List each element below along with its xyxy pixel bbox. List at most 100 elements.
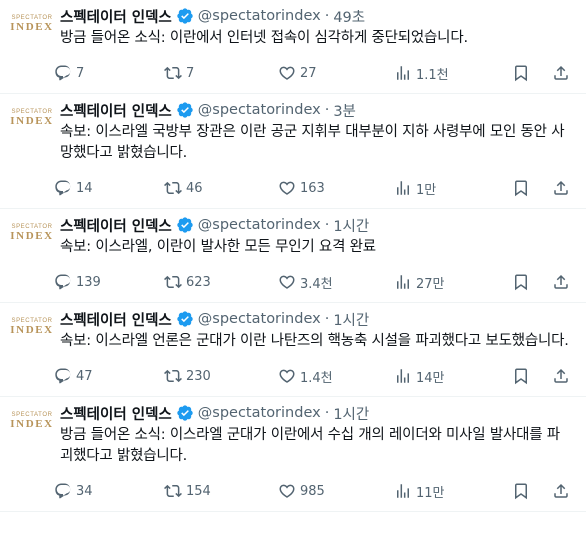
tweet-text: 속보: 이스라엘 국방부 장관은 이란 공군 지휘부 대부분이 지하 사령부에 …	[60, 124, 565, 161]
reply-button[interactable]: 7	[54, 64, 164, 82]
share-button[interactable]	[552, 179, 570, 197]
bookmark-button[interactable]	[512, 482, 530, 500]
tweet-time[interactable]: 1시간	[333, 309, 369, 330]
share-button[interactable]	[552, 273, 570, 291]
views-icon	[397, 66, 409, 80]
tweet[interactable]: SPECTATOR INDEX 스펙테이터 인덱스 @spectatorinde…	[0, 0, 586, 94]
reply-count: 7	[76, 65, 85, 81]
share-icon	[554, 274, 568, 289]
retweet-count: 46	[186, 180, 203, 196]
reply-count: 139	[76, 274, 101, 290]
avatar[interactable]: SPECTATOR INDEX	[10, 307, 54, 347]
bookmark-icon	[515, 368, 527, 385]
tweet-header: 스펙테이터 인덱스 @spectatorindex · 1시간	[60, 213, 586, 237]
retweet-button[interactable]: 154	[164, 482, 278, 500]
tweet-actions: 7 7 27 1.1천	[54, 53, 580, 93]
reply-button[interactable]: 139	[54, 273, 164, 291]
bookmark-button[interactable]	[512, 273, 530, 291]
retweet-button[interactable]: 623	[164, 273, 278, 291]
avatar[interactable]: SPECTATOR INDEX	[10, 4, 54, 44]
tweet-time[interactable]: 1시간	[333, 403, 369, 424]
share-button[interactable]	[552, 64, 570, 82]
bookmark-button[interactable]	[512, 367, 530, 385]
like-button[interactable]: 27	[278, 64, 394, 82]
views-icon	[397, 275, 409, 289]
like-button[interactable]: 1.4천	[278, 367, 394, 386]
tweet[interactable]: SPECTATOR INDEX 스펙테이터 인덱스 @spectatorinde…	[0, 209, 586, 303]
share-button[interactable]	[552, 482, 570, 500]
retweet-icon	[164, 181, 182, 195]
retweet-count: 154	[186, 483, 211, 499]
share-icon	[554, 180, 568, 195]
author-handle[interactable]: @spectatorindex	[198, 217, 321, 233]
tweet[interactable]: SPECTATOR INDEX 스펙테이터 인덱스 @spectatorinde…	[0, 303, 586, 397]
like-button[interactable]: 163	[278, 179, 394, 197]
tweet-time[interactable]: 3분	[333, 100, 356, 121]
tweet[interactable]: SPECTATOR INDEX 스펙테이터 인덱스 @spectatorinde…	[0, 397, 586, 512]
separator-dot: ·	[324, 8, 330, 24]
author-name[interactable]: 스펙테이터 인덱스	[60, 309, 172, 330]
views-button[interactable]: 14만	[394, 367, 494, 386]
views-count: 1만	[416, 182, 437, 198]
like-count: 3.4천	[300, 276, 333, 292]
bookmark-button[interactable]	[512, 179, 530, 197]
bookmark-icon	[515, 274, 527, 291]
author-handle[interactable]: @spectatorindex	[198, 405, 321, 421]
like-button[interactable]: 3.4천	[278, 273, 394, 292]
author-handle[interactable]: @spectatorindex	[198, 8, 321, 24]
tweet-actions: 14 46 163 1만	[54, 168, 580, 208]
tweet-text: 방금 들어온 소식: 이스라엘 군대가 이란에서 수십 개의 레이더와 미사일 …	[60, 427, 560, 464]
separator-dot: ·	[324, 217, 330, 233]
retweet-icon	[164, 66, 182, 80]
retweet-button[interactable]: 7	[164, 64, 278, 82]
reply-count: 14	[76, 180, 93, 196]
reply-button[interactable]: 34	[54, 482, 164, 500]
views-button[interactable]: 11만	[394, 482, 494, 501]
verified-badge-icon	[176, 310, 194, 328]
avatar[interactable]: SPECTATOR INDEX	[10, 213, 52, 253]
author-name[interactable]: 스펙테이터 인덱스	[60, 6, 172, 27]
author-handle[interactable]: @spectatorindex	[198, 311, 321, 327]
tweet-header: 스펙테이터 인덱스 @spectatorindex · 1시간	[60, 307, 586, 331]
retweet-button[interactable]: 230	[164, 367, 278, 385]
tweet-text: 방금 들어온 소식: 이란에서 인터넷 접속이 심각하게 중단되었습니다.	[60, 30, 468, 46]
reply-icon	[55, 483, 71, 499]
tweet-actions: 139 623 3.4천 27만	[54, 262, 580, 302]
views-button[interactable]: 1만	[394, 179, 494, 198]
bookmark-button[interactable]	[512, 64, 530, 82]
share-button[interactable]	[552, 367, 570, 385]
views-button[interactable]: 1.1천	[394, 64, 494, 83]
like-button[interactable]: 985	[278, 482, 394, 500]
tweet-time[interactable]: 1시간	[333, 215, 369, 236]
reply-button[interactable]: 47	[54, 367, 164, 385]
author-name[interactable]: 스펙테이터 인덱스	[60, 215, 172, 236]
views-button[interactable]: 27만	[394, 273, 494, 292]
tweet-header: 스펙테이터 인덱스 @spectatorindex · 3분	[60, 98, 586, 122]
bookmark-icon	[515, 180, 527, 197]
avatar-line2: INDEX	[10, 21, 54, 33]
like-icon	[279, 369, 295, 383]
like-count: 27	[300, 65, 317, 81]
tweet[interactable]: SPECTATOR INDEX 스펙테이터 인덱스 @spectatorinde…	[0, 94, 586, 209]
share-icon	[554, 368, 568, 383]
tweet-secondary-actions	[512, 482, 580, 500]
reply-button[interactable]: 14	[54, 179, 164, 197]
separator-dot: ·	[324, 311, 330, 327]
avatar-line2: INDEX	[10, 324, 54, 336]
avatar[interactable]: SPECTATOR INDEX	[10, 98, 54, 138]
tweet-feed: SPECTATOR INDEX 스펙테이터 인덱스 @spectatorinde…	[0, 0, 586, 512]
avatar-line2: INDEX	[10, 115, 54, 127]
like-count: 163	[300, 180, 325, 196]
author-handle[interactable]: @spectatorindex	[198, 102, 321, 118]
reply-icon	[55, 65, 71, 81]
retweet-count: 7	[186, 65, 195, 81]
author-name[interactable]: 스펙테이터 인덱스	[60, 403, 172, 424]
avatar[interactable]: SPECTATOR INDEX	[10, 401, 52, 441]
bookmark-icon	[515, 65, 527, 82]
tweet-time[interactable]: 49초	[333, 6, 365, 27]
author-name[interactable]: 스펙테이터 인덱스	[60, 100, 172, 121]
like-count: 985	[300, 483, 325, 499]
retweet-button[interactable]: 46	[164, 179, 278, 197]
views-icon	[397, 484, 409, 498]
like-icon	[279, 181, 295, 195]
